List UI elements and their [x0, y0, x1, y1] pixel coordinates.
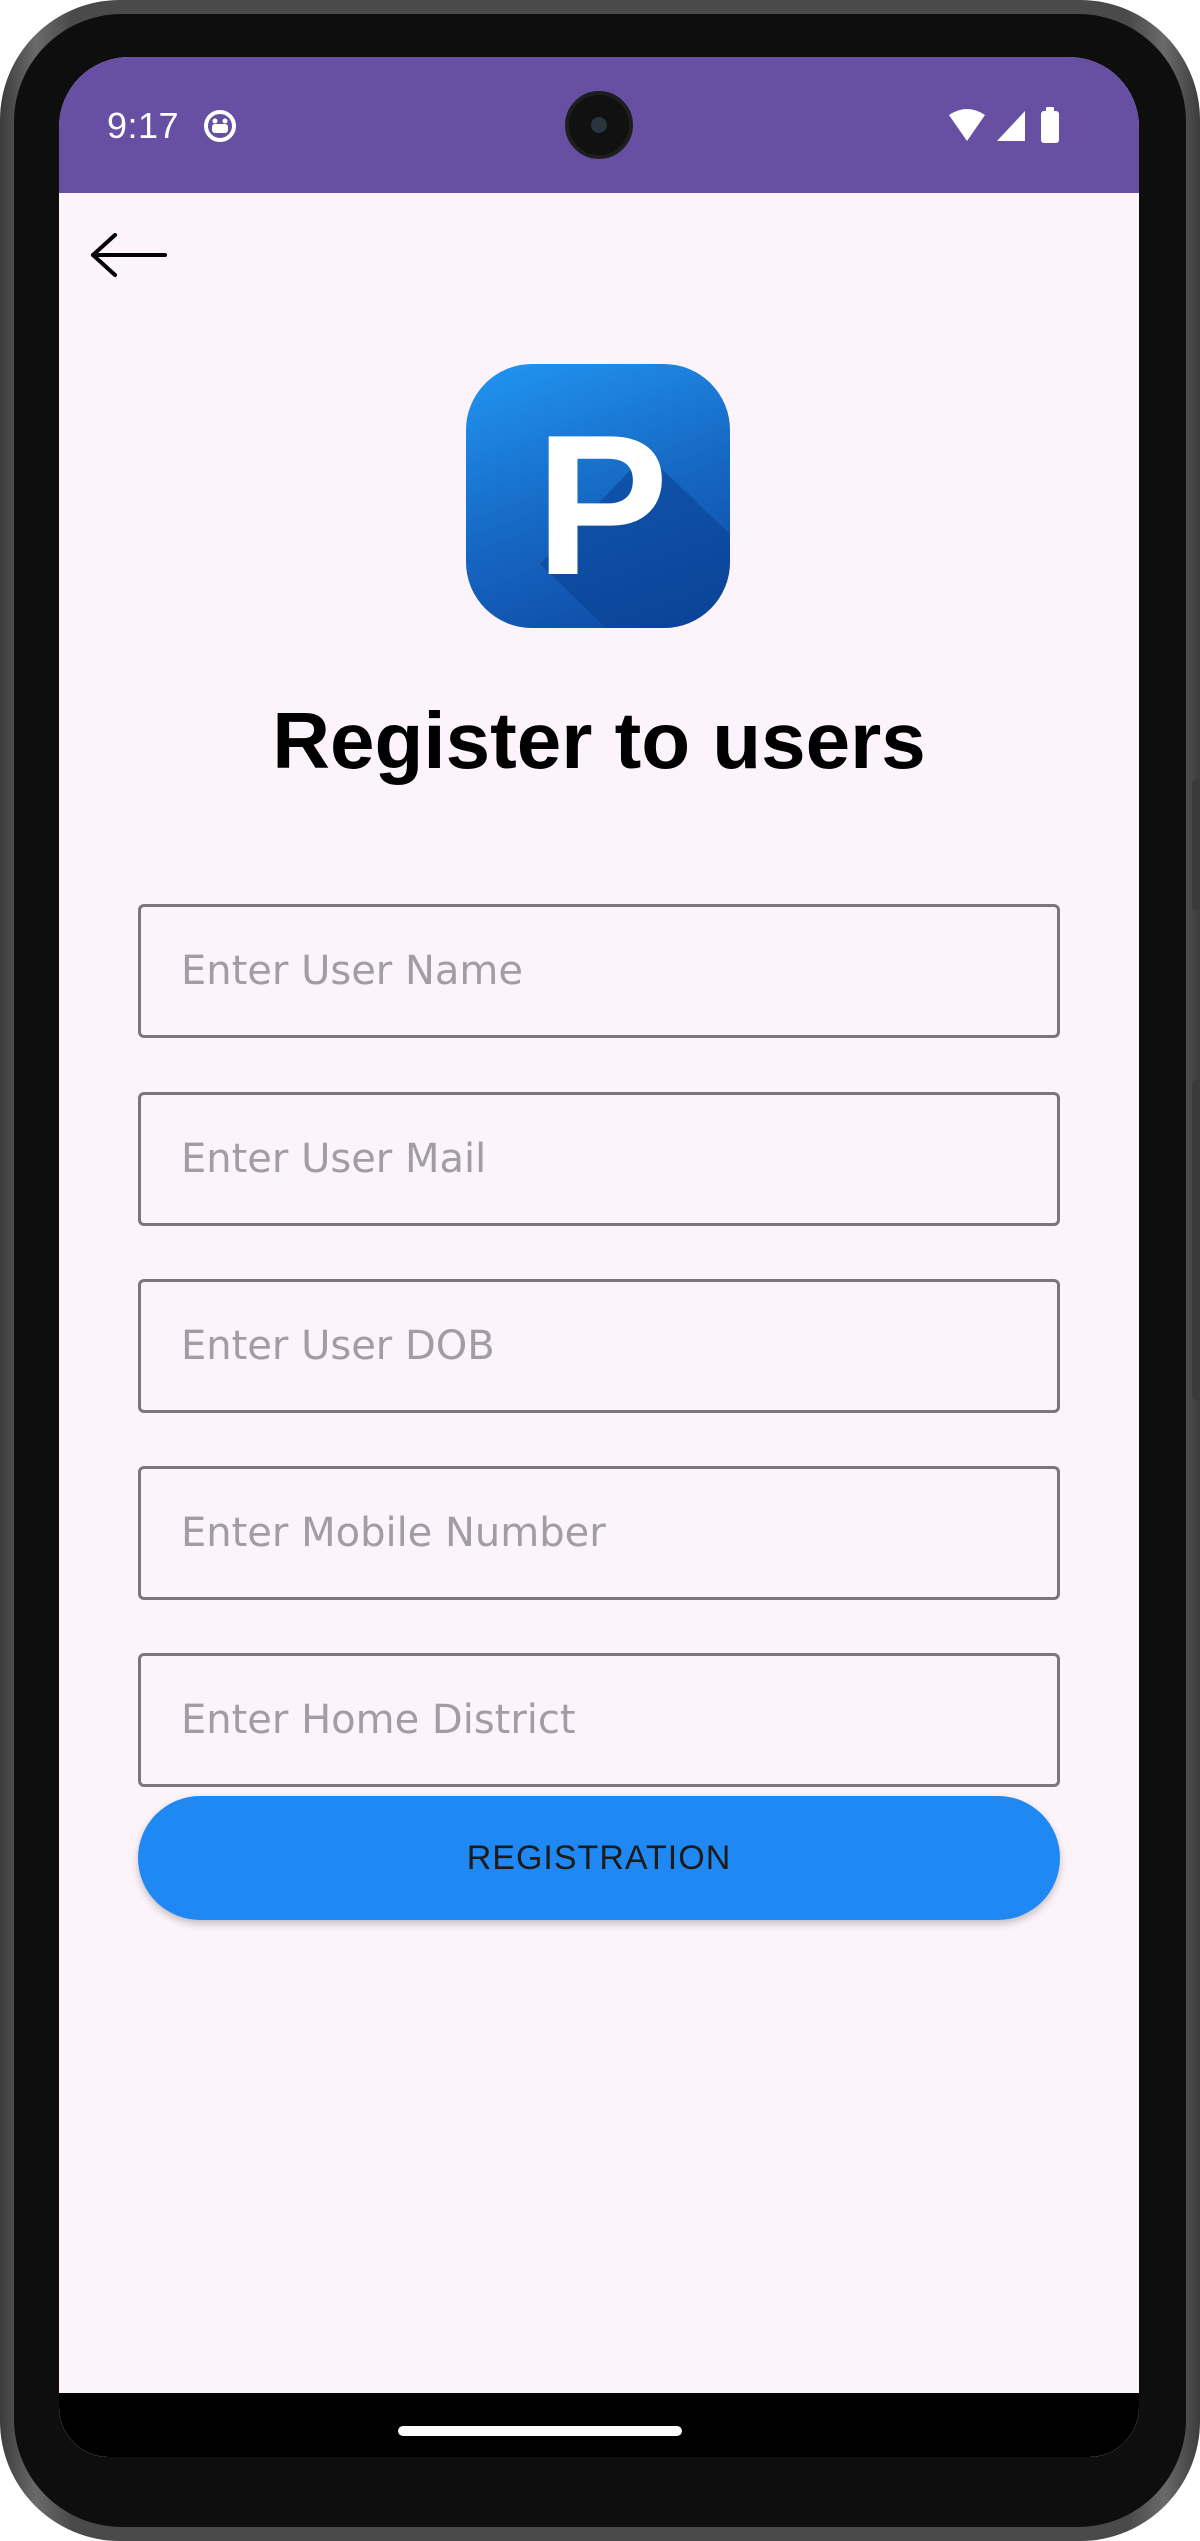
registration-screen: P Register to users REGISTRATION — [59, 193, 1139, 2457]
logo-letter: P — [535, 394, 668, 617]
power-button — [1192, 780, 1200, 910]
user-mail-field[interactable] — [138, 1092, 1060, 1226]
front-camera — [565, 91, 633, 159]
wifi-icon — [949, 109, 985, 141]
user-dob-field[interactable] — [138, 1279, 1060, 1413]
back-button[interactable] — [79, 215, 179, 295]
signal-icon — [997, 111, 1025, 141]
registration-button[interactable]: REGISTRATION — [138, 1796, 1060, 1920]
parking-p-icon: P — [535, 394, 730, 628]
screen: 9:17 P Register to users Enter User Name… — [59, 57, 1139, 2457]
page-title: Register to users — [272, 696, 926, 785]
navigation-bar — [59, 2393, 1139, 2457]
notification-face-icon — [204, 110, 236, 142]
battery-icon — [1041, 107, 1059, 143]
app-logo: P — [466, 364, 730, 628]
volume-button — [1192, 1080, 1200, 1400]
status-icons — [949, 107, 1059, 143]
home-district-field[interactable] — [138, 1653, 1060, 1787]
mobile-number-field[interactable] — [138, 1466, 1060, 1600]
home-indicator[interactable] — [398, 2426, 682, 2436]
status-bar: 9:17 — [59, 57, 1139, 193]
status-time: 9:17 — [107, 105, 180, 146]
arrow-left-icon — [91, 233, 167, 277]
user-name-field[interactable] — [138, 904, 1060, 1038]
